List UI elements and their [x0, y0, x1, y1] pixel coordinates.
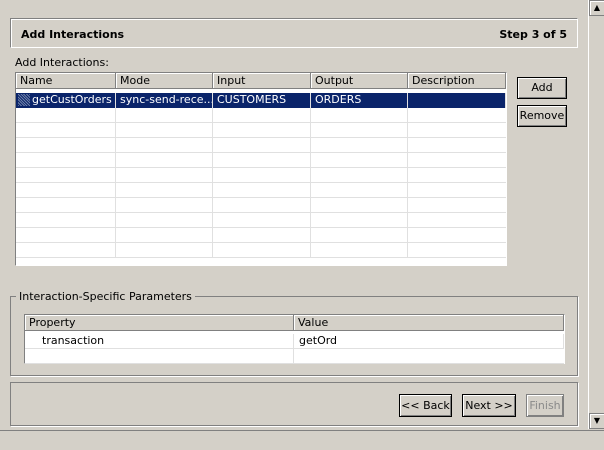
wizard-title: Add Interactions: [21, 28, 125, 41]
column-header-description[interactable]: Description: [408, 73, 506, 89]
empty-row: [16, 213, 506, 228]
status-bar: [0, 430, 604, 450]
column-header-output[interactable]: Output: [311, 73, 408, 89]
empty-row: [16, 168, 506, 183]
next-button[interactable]: Next >>: [462, 394, 516, 417]
table-row[interactable]: getCustOrders sync-send-rece... CUSTOMER…: [16, 93, 506, 108]
empty-row: [16, 123, 506, 138]
empty-row: [16, 108, 506, 123]
row-description-cell[interactable]: [408, 93, 506, 108]
empty-row: [16, 183, 506, 198]
table-row[interactable]: transaction getOrd: [25, 334, 564, 349]
scroll-down-icon[interactable]: ▼: [589, 413, 604, 429]
row-output-cell[interactable]: ORDERS: [311, 93, 408, 108]
column-header-name[interactable]: Name: [16, 73, 116, 89]
scroll-up-icon[interactable]: ▲: [589, 0, 604, 16]
remove-interaction-button[interactable]: Remove: [517, 105, 567, 127]
wizard-step-indicator: Step 3 of 5: [499, 28, 567, 41]
column-header-property[interactable]: Property: [25, 315, 294, 331]
empty-row: [16, 153, 506, 168]
empty-row: [16, 228, 506, 243]
row-name-cell[interactable]: getCustOrders: [16, 93, 116, 108]
add-interaction-button[interactable]: Add: [517, 77, 567, 99]
parameters-table[interactable]: Property Value transaction getOrd: [24, 314, 565, 364]
value-cell[interactable]: getOrd: [294, 334, 564, 349]
empty-row: [16, 243, 506, 258]
back-button[interactable]: << Back: [399, 394, 452, 417]
interactions-label: Add Interactions:: [15, 56, 109, 69]
vertical-scrollbar[interactable]: ▲ ▼: [588, 0, 604, 429]
property-cell[interactable]: transaction: [25, 334, 294, 349]
parameters-group-label: Interaction-Specific Parameters: [16, 290, 195, 303]
empty-row: [16, 198, 506, 213]
column-header-value[interactable]: Value: [294, 315, 564, 331]
empty-row: [25, 349, 564, 364]
row-mode-cell[interactable]: sync-send-rece...: [116, 93, 213, 108]
finish-button[interactable]: Finish: [526, 394, 564, 417]
column-header-input[interactable]: Input: [213, 73, 311, 89]
interactions-table[interactable]: Name Mode Input Output Description getCu…: [15, 72, 507, 266]
column-header-mode[interactable]: Mode: [116, 73, 213, 89]
wizard-header: Add Interactions Step 3 of 5: [10, 18, 578, 48]
row-input-cell[interactable]: CUSTOMERS: [213, 93, 311, 108]
empty-row: [16, 138, 506, 153]
